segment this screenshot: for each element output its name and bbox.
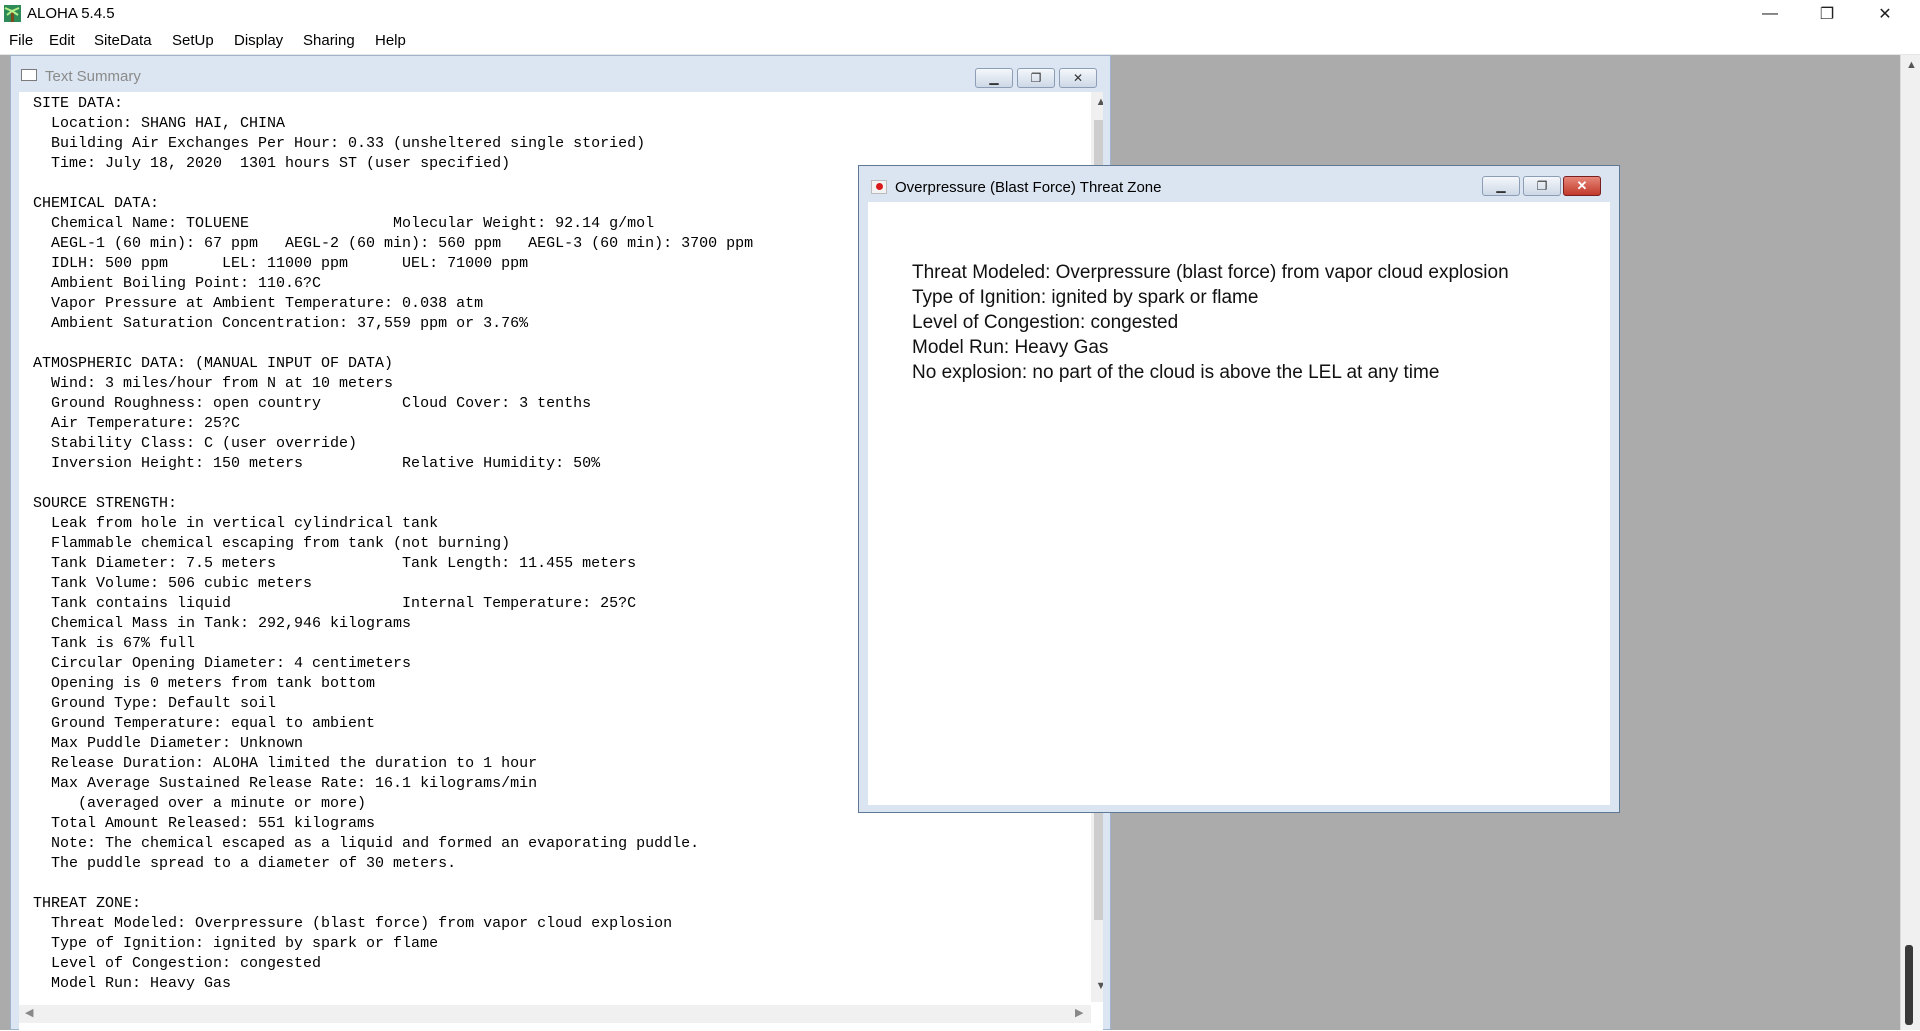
text-summary-line: Inversion Height: 150 meters Relative Hu… [33,455,601,472]
scroll-up-arrow-icon[interactable]: ▲ [1906,59,1917,71]
menu-display[interactable]: Display [234,32,283,49]
ignition-type-line: Type of Ignition: ignited by spark or fl… [912,287,1259,308]
threat-zone-close-button[interactable]: ✕ [1563,176,1601,196]
menu-file[interactable]: File [9,32,33,49]
text-summary-line [33,474,753,494]
text-summary-line: Air Temperature: 25?C [33,415,241,432]
text-summary-line: Chemical Mass in Tank: 292,946 kilograms [33,615,412,632]
text-summary-line: (averaged over a minute or more) [33,795,367,812]
text-summary-close-button[interactable]: ✕ [1059,68,1097,88]
scroll-left-icon[interactable]: ◀ [25,1006,33,1019]
text-summary-line: Ambient Saturation Concentration: 37,559… [33,315,529,332]
text-summary-line: Ground Type: Default soil [33,695,277,712]
text-summary-horizontal-scrollbar[interactable]: ◀ ▶ [19,1005,1091,1023]
menu-sharing[interactable]: Sharing [303,32,355,49]
congestion-level-line: Level of Congestion: congested [912,312,1179,333]
threat-zone-content: Threat Modeled: Overpressure (blast forc… [868,202,1610,805]
text-summary-line: Model Run: Heavy Gas [33,975,232,992]
text-summary-line: SOURCE STRENGTH: [33,495,178,512]
scroll-down-icon[interactable]: ▼ [1091,980,1103,992]
text-summary-line: Circular Opening Diameter: 4 centimeters [33,655,412,672]
text-summary-line: Location: SHANG HAI, CHINA [33,115,286,132]
menu-help[interactable]: Help [375,32,406,49]
text-summary-line: Note: The chemical escaped as a liquid a… [33,835,700,852]
app-titlebar: ALOHA 5.4.5 — ❐ ✕ [0,0,1920,28]
text-summary-line: The puddle spread to a diameter of 30 me… [33,855,457,872]
restore-button[interactable]: ❐ [1804,0,1850,28]
text-summary-line: Stability Class: C (user override) [33,435,358,452]
text-summary-line [33,334,753,354]
text-summary-line: Vapor Pressure at Ambient Temperature: 0… [33,295,484,312]
text-summary-restore-button[interactable]: ❐ [1017,68,1055,88]
text-summary-line: ATMOSPHERIC DATA: (MANUAL INPUT OF DATA) [33,355,394,372]
text-summary-line: Release Duration: ALOHA limited the dura… [33,755,538,772]
text-summary-line: Leak from hole in vertical cylindrical t… [33,515,439,532]
text-summary-line [33,874,753,894]
text-summary-line: CHEMICAL DATA: [33,195,160,212]
text-summary-line: Time: July 18, 2020 1301 hours ST (user … [33,155,511,172]
text-summary-line: Max Average Sustained Release Rate: 16.1… [33,775,538,792]
text-summary-line: Ground Temperature: equal to ambient [33,715,376,732]
text-summary-body: SITE DATA: Location: SHANG HAI, CHINA Bu… [33,94,753,994]
model-run-line: Model Run: Heavy Gas [912,337,1109,358]
text-window-icon [21,69,37,81]
close-button[interactable]: ✕ [1862,0,1908,28]
text-summary-line: AEGL-1 (60 min): 67 ppm AEGL-2 (60 min):… [33,235,754,252]
text-summary-line: Level of Congestion: congested [33,955,322,972]
minimize-button[interactable]: — [1747,0,1793,28]
threat-zone-restore-button[interactable]: ❐ [1523,176,1561,196]
text-summary-line: Ground Roughness: open country Cloud Cov… [33,395,592,412]
text-summary-line: Ambient Boiling Point: 110.6?C [33,275,322,292]
menu-bar: File Edit SiteData SetUp Display Sharing… [0,28,1920,55]
palm-tree-icon [4,5,21,22]
scroll-up-icon[interactable]: ▲ [1091,96,1103,108]
menu-edit[interactable]: Edit [49,32,75,49]
threat-zone-text: Threat Modeled: Overpressure (blast forc… [912,260,1509,385]
text-summary-line: Tank is 67% full [33,635,196,652]
text-summary-line: Threat Modeled: Overpressure (blast forc… [33,915,673,932]
text-summary-title: Text Summary [45,68,141,85]
main-vertical-scrollbar[interactable]: ▲ [1900,55,1920,1030]
app-title: ALOHA 5.4.5 [27,5,115,22]
threat-zone-title: Overpressure (Blast Force) Threat Zone [895,179,1162,196]
text-summary-line: Tank Volume: 506 cubic meters [33,575,313,592]
text-summary-line: THREAT ZONE: [33,895,142,912]
explosion-result-line: No explosion: no part of the cloud is ab… [912,362,1440,383]
threat-modeled-line: Threat Modeled: Overpressure (blast forc… [912,262,1509,283]
text-summary-line: Wind: 3 miles/hour from N at 10 meters [33,375,394,392]
menu-setup[interactable]: SetUp [172,32,214,49]
text-summary-line: Max Puddle Diameter: Unknown [33,735,304,752]
scroll-right-icon[interactable]: ▶ [1075,1006,1083,1019]
text-summary-line: Tank contains liquid Internal Temperatur… [33,595,637,612]
menu-sitedata[interactable]: SiteData [94,32,152,49]
text-summary-titlebar[interactable]: Text Summary ▁ ❐ ✕ [11,56,1110,92]
scroll-indicator [1905,945,1913,1025]
text-summary-minimize-button[interactable]: ▁ [975,68,1013,88]
threat-zone-minimize-button[interactable]: ▁ [1482,176,1520,196]
text-summary-line: Total Amount Released: 551 kilograms [33,815,376,832]
text-summary-line: Type of Ignition: ignited by spark or fl… [33,935,439,952]
text-summary-line [33,174,753,194]
text-summary-line: Flammable chemical escaping from tank (n… [33,535,511,552]
text-summary-line: SITE DATA: [33,95,124,112]
threat-zone-icon [871,180,887,194]
text-summary-line: IDLH: 500 ppm LEL: 11000 ppm UEL: 71000 … [33,255,529,272]
threat-zone-window[interactable]: Overpressure (Blast Force) Threat Zone ▁… [858,165,1620,813]
text-summary-line: Chemical Name: TOLUENE Molecular Weight:… [33,215,655,232]
text-summary-line: Building Air Exchanges Per Hour: 0.33 (u… [33,135,646,152]
text-summary-line: Opening is 0 meters from tank bottom [33,675,376,692]
text-summary-line: Tank Diameter: 7.5 meters Tank Length: 1… [33,555,637,572]
